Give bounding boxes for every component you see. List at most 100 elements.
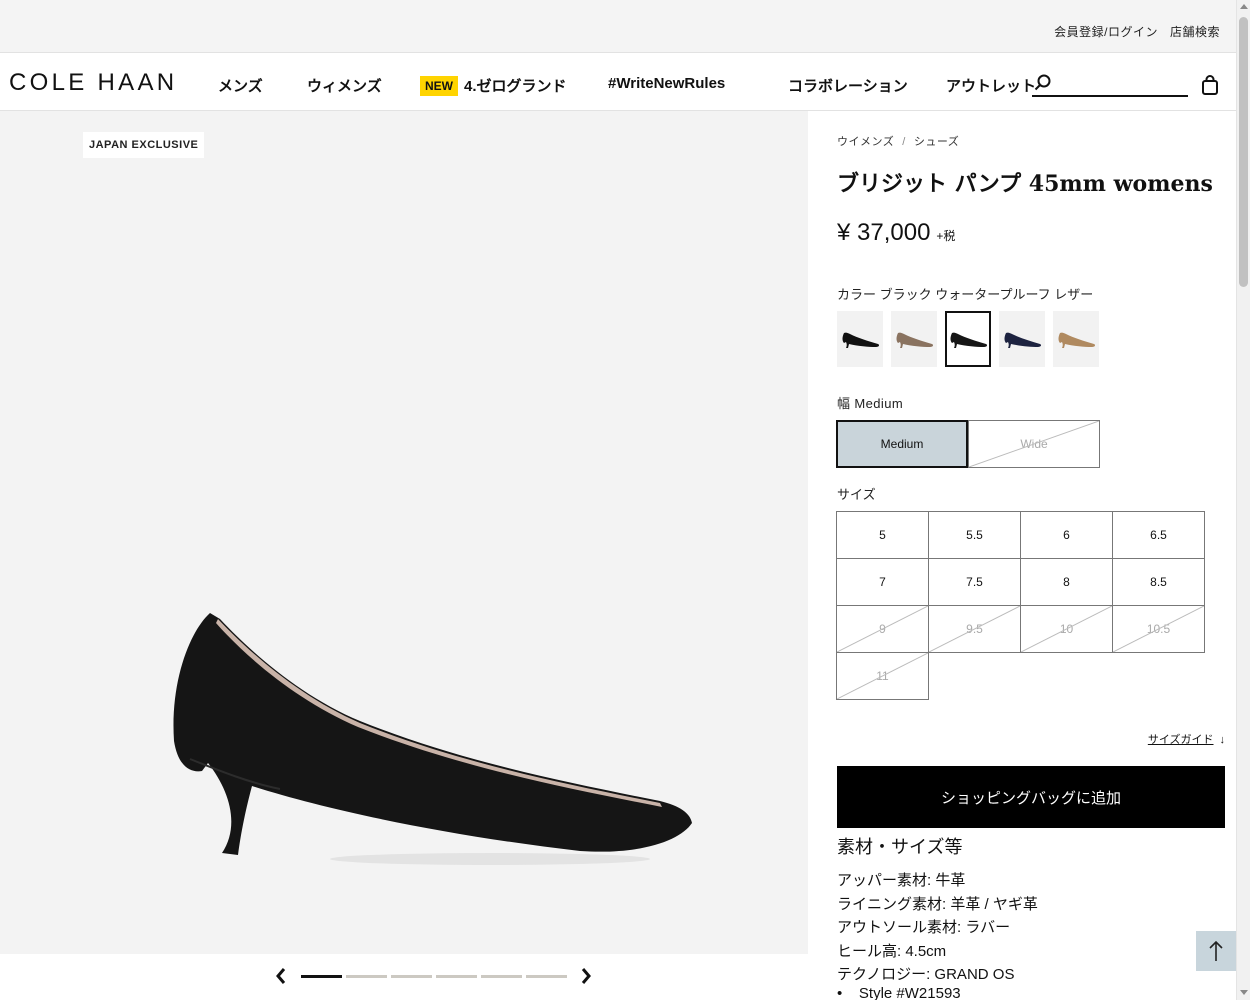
price-value: ¥ 37,000 bbox=[837, 219, 931, 246]
size-option-label: 11 bbox=[876, 669, 889, 683]
product-gallery[interactable]: JAPAN EXCLUSIVE bbox=[0, 111, 808, 954]
breadcrumb-womens[interactable]: ウイメンズ bbox=[837, 136, 894, 148]
price-tax: +税 bbox=[936, 229, 956, 243]
size-label: サイズ bbox=[837, 487, 876, 502]
size-option[interactable]: 9 bbox=[836, 605, 929, 653]
width-option-medium[interactable]: Medium bbox=[836, 420, 968, 468]
nav-item-outlet[interactable]: アウトレット bbox=[946, 75, 1036, 96]
new-badge: NEW bbox=[420, 76, 458, 96]
nav-item-mens[interactable]: メンズ bbox=[218, 75, 263, 96]
utility-links: 会員登録/ログイン 店舗検索 bbox=[1054, 23, 1220, 40]
size-guide-link[interactable]: サイズガイド ↓ bbox=[1148, 731, 1225, 747]
search-input[interactable] bbox=[1058, 73, 1184, 93]
width-option-wide[interactable]: Wide bbox=[968, 420, 1100, 468]
nav-item-zerogrand[interactable]: NEW 4.ゼログランド bbox=[420, 75, 567, 96]
add-to-bag-button[interactable]: ショッピングバッグに追加 bbox=[837, 766, 1225, 828]
size-option[interactable]: 6 bbox=[1020, 511, 1113, 559]
size-option-label: 5.5 bbox=[966, 528, 983, 542]
product-image[interactable] bbox=[160, 601, 700, 871]
color-swatch[interactable] bbox=[837, 311, 883, 367]
nav-item-collaboration[interactable]: コラボレーション bbox=[788, 75, 908, 96]
pager-dot[interactable] bbox=[301, 975, 342, 978]
spec-item: テクノロジー: GRAND OS bbox=[837, 966, 1015, 983]
gallery-pager bbox=[0, 954, 808, 1000]
width-options: Medium Wide bbox=[836, 420, 1100, 468]
color-swatch[interactable] bbox=[945, 311, 991, 367]
size-option[interactable]: 9.5 bbox=[928, 605, 1021, 653]
swatch-shoe-icon bbox=[1004, 332, 1042, 348]
spec-partial-text: Style #W21593 bbox=[858, 985, 961, 1000]
breadcrumb-shoes[interactable]: シューズ bbox=[914, 136, 959, 148]
size-grid: 5 5.5 6 6.5 7 7.5 8 8.5 9 9.5 10 10.5 11 bbox=[836, 511, 1205, 700]
width-label: 幅 Medium bbox=[837, 396, 904, 411]
size-option[interactable]: 5 bbox=[836, 511, 929, 559]
size-option-label: 10 bbox=[1059, 622, 1074, 636]
pager-dots bbox=[301, 975, 567, 978]
nav-item-womens[interactable]: ウィメンズ bbox=[307, 75, 382, 96]
nav-item-zerogrand-label: 4.ゼログランド bbox=[464, 78, 567, 95]
size-option[interactable]: 10 bbox=[1020, 605, 1113, 653]
color-swatch[interactable] bbox=[999, 311, 1045, 367]
next-arrow-icon[interactable] bbox=[580, 966, 592, 986]
size-guide-label: サイズガイド bbox=[1147, 734, 1214, 746]
nav-item-writenewrules[interactable]: #WriteNewRules bbox=[608, 75, 725, 92]
size-option-label: 8 bbox=[1063, 575, 1070, 589]
size-option-label: 5 bbox=[879, 528, 886, 542]
product-title: ブリジット パンプ 45mm womens bbox=[837, 171, 1213, 197]
scroll-down-arrow-icon[interactable] bbox=[1240, 990, 1248, 995]
width-option-label: Medium bbox=[880, 437, 924, 451]
size-option-label: 8.5 bbox=[1150, 575, 1167, 589]
size-option[interactable]: 5.5 bbox=[928, 511, 1021, 559]
swatch-shoe-icon bbox=[1058, 332, 1096, 348]
spec-item: ヒール高: 4.5cm bbox=[837, 942, 947, 960]
spec-item-partial: • Style #W21593 bbox=[837, 985, 961, 1000]
search-icon[interactable] bbox=[1034, 74, 1052, 92]
swatch-shoe-icon bbox=[950, 332, 988, 348]
size-option[interactable]: 6.5 bbox=[1112, 511, 1205, 559]
swatch-shoe-icon bbox=[896, 332, 934, 348]
arrow-down-icon: ↓ bbox=[1219, 734, 1226, 746]
pager-dot[interactable] bbox=[391, 975, 432, 978]
back-to-top-button[interactable] bbox=[1196, 931, 1236, 971]
pager-dot[interactable] bbox=[526, 975, 567, 978]
utility-bar: 会員登録/ログイン 店舗検索 bbox=[0, 0, 1236, 53]
size-option-label: 6 bbox=[1063, 528, 1070, 542]
store-locator-link[interactable]: 店舗検索 bbox=[1170, 23, 1220, 40]
color-swatch[interactable] bbox=[891, 311, 937, 367]
spec-item: ライニング素材: 羊革 / ヤギ革 bbox=[837, 895, 1038, 913]
arrow-up-icon bbox=[1209, 940, 1223, 961]
spec-item: アウトソール素材: ラバー bbox=[837, 919, 1011, 936]
logo[interactable]: COLE HAAN bbox=[9, 69, 177, 97]
login-link[interactable]: 会員登録/ログイン bbox=[1054, 23, 1158, 40]
size-option[interactable]: 11 bbox=[836, 652, 929, 700]
pager-dot[interactable] bbox=[436, 975, 477, 978]
size-option-label: 6.5 bbox=[1150, 528, 1167, 542]
color-swatch[interactable] bbox=[1053, 311, 1099, 367]
spec-list: アッパー素材: 牛革 ライニング素材: 羊革 / ヤギ革 アウトソール素材: ラ… bbox=[837, 869, 1038, 987]
main-nav: COLE HAAN メンズ ウィメンズ NEW 4.ゼログランド #WriteNe… bbox=[0, 53, 1236, 111]
exclusive-badge: JAPAN EXCLUSIVE bbox=[83, 132, 205, 158]
search-box[interactable] bbox=[1032, 71, 1188, 97]
scrollbar[interactable] bbox=[1236, 0, 1250, 1000]
previous-arrow-icon[interactable] bbox=[275, 966, 287, 986]
scroll-up-arrow-icon[interactable] bbox=[1240, 4, 1248, 9]
breadcrumb-separator: / bbox=[902, 136, 906, 148]
price: ¥ 37,000 +税 bbox=[837, 219, 955, 247]
spec-item: アッパー素材: 牛革 bbox=[837, 872, 966, 889]
color-swatches bbox=[837, 311, 1099, 367]
size-option[interactable]: 7 bbox=[836, 558, 929, 606]
size-option[interactable]: 8 bbox=[1020, 558, 1113, 606]
breadcrumb: ウイメンズ / シューズ bbox=[837, 133, 959, 149]
size-option-label: 9.5 bbox=[966, 622, 983, 636]
scroll-thumb[interactable] bbox=[1239, 17, 1248, 287]
color-label: カラー ブラック ウォータープルーフ レザー bbox=[837, 287, 1094, 302]
size-option-label: 7.5 bbox=[966, 575, 983, 589]
size-option[interactable]: 10.5 bbox=[1112, 605, 1205, 653]
size-option[interactable]: 8.5 bbox=[1112, 558, 1205, 606]
size-option-label: 10.5 bbox=[1146, 622, 1171, 636]
size-option-label: 7 bbox=[879, 575, 886, 589]
pager-dot[interactable] bbox=[346, 975, 387, 978]
pager-dot[interactable] bbox=[481, 975, 522, 978]
size-option[interactable]: 7.5 bbox=[928, 558, 1021, 606]
shopping-bag-icon[interactable] bbox=[1201, 75, 1219, 95]
